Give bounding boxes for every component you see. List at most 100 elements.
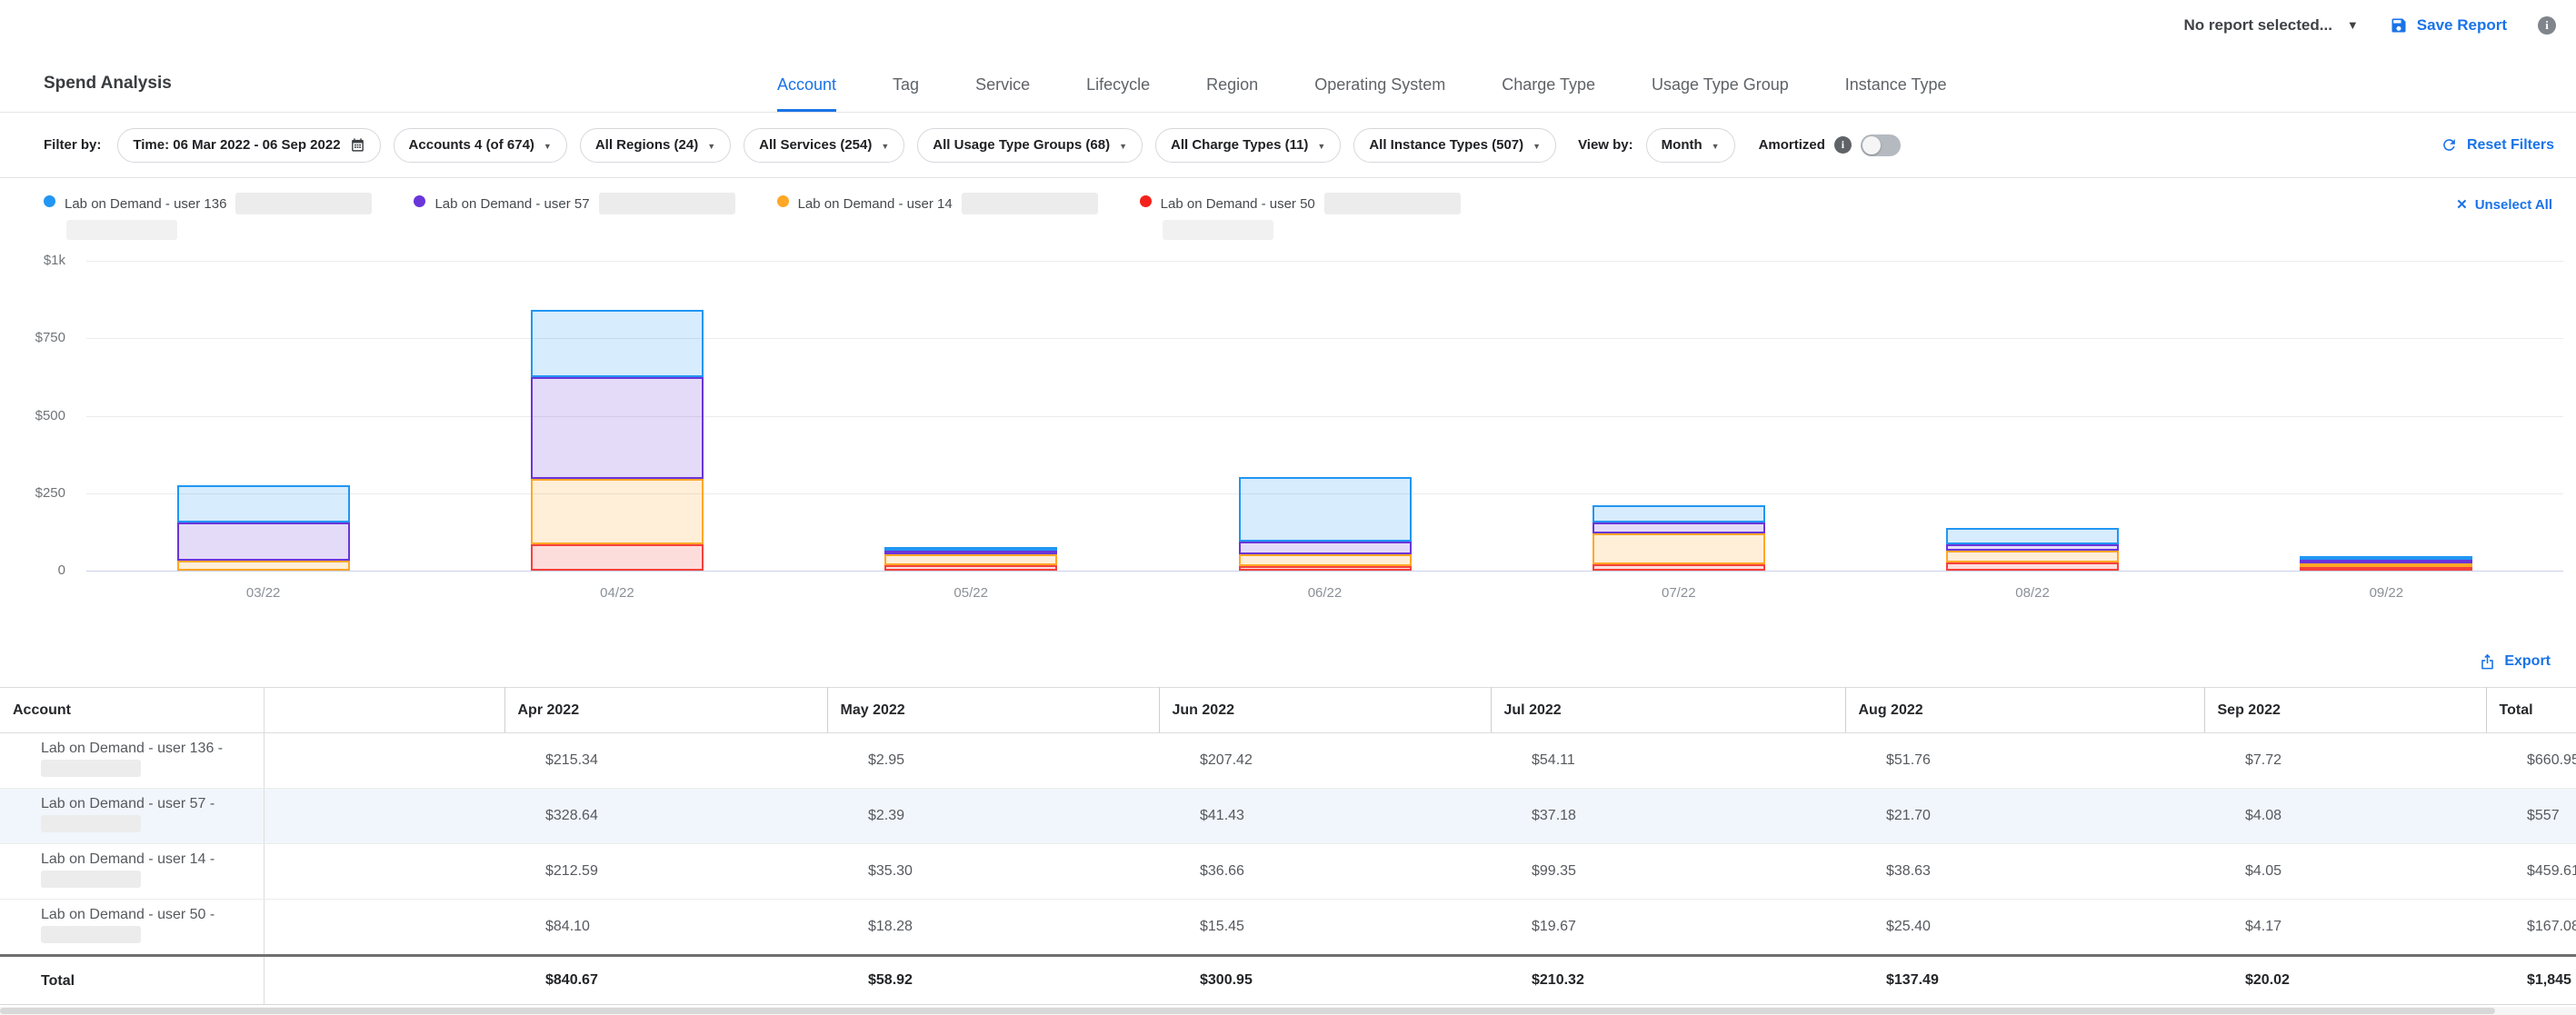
bar-segment[interactable] bbox=[177, 561, 350, 571]
bar-segment[interactable] bbox=[177, 522, 350, 560]
bar-segment[interactable] bbox=[1593, 564, 1765, 571]
bar-segment[interactable] bbox=[1593, 522, 1765, 534]
tab-account[interactable]: Account bbox=[777, 75, 836, 112]
bar-segment[interactable] bbox=[1946, 562, 2119, 571]
bar-segment[interactable] bbox=[884, 554, 1057, 565]
bar-segment[interactable] bbox=[2300, 567, 2472, 571]
bar-group-09-22[interactable] bbox=[2300, 556, 2472, 571]
bar-group-07-22[interactable] bbox=[1593, 505, 1765, 571]
filter-pill-label: All Services (254) bbox=[759, 137, 872, 153]
legend-items: Lab on Demand - user 136 Lab on Demand - … bbox=[44, 193, 1461, 242]
bar-segment[interactable] bbox=[531, 310, 704, 376]
filter-pill-charge[interactable]: All Charge Types (11) bbox=[1155, 128, 1341, 163]
legend-item[interactable]: Lab on Demand - user 136 bbox=[44, 193, 372, 242]
tab-lifecycle[interactable]: Lifecycle bbox=[1086, 75, 1150, 112]
month-column-header[interactable]: Jun 2022 bbox=[1159, 688, 1491, 733]
bar-group-04-22[interactable] bbox=[531, 310, 704, 571]
tab-usage-type-group[interactable]: Usage Type Group bbox=[1652, 75, 1789, 112]
tab-charge-type[interactable]: Charge Type bbox=[1502, 75, 1595, 112]
horizontal-scrollbar-thumb[interactable] bbox=[0, 1008, 2495, 1014]
filter-bar: Filter by: Time: 06 Mar 2022 - 06 Sep 20… bbox=[0, 113, 2576, 178]
filter-pill-regions[interactable]: All Regions (24) bbox=[580, 128, 731, 163]
redacted-text bbox=[41, 871, 141, 888]
bar-segment[interactable] bbox=[1239, 566, 1412, 571]
bar-segment[interactable] bbox=[531, 479, 704, 544]
save-report-button[interactable]: Save Report bbox=[2390, 16, 2507, 35]
bar-segment[interactable] bbox=[1946, 544, 2119, 551]
legend-item[interactable]: Lab on Demand - user 14 bbox=[777, 193, 1098, 242]
bar-segment[interactable] bbox=[1946, 551, 2119, 562]
value-cell: $840.67 bbox=[504, 956, 827, 1005]
chevron-down-icon bbox=[1712, 137, 1720, 153]
filter-pill-4[interactable]: Accounts 4 (of 674) bbox=[394, 128, 567, 163]
horizontal-scrollbar-track bbox=[0, 1007, 2576, 1015]
legend-color-dot bbox=[1140, 195, 1152, 207]
legend-item[interactable]: Lab on Demand - user 50 bbox=[1140, 193, 1461, 242]
spacer-column-header bbox=[264, 688, 504, 733]
tab-instance-type[interactable]: Instance Type bbox=[1845, 75, 1947, 112]
unselect-all-button[interactable]: ✕ Unselect All bbox=[2456, 196, 2552, 213]
total-row-label: Total bbox=[0, 956, 264, 1005]
bar-segment[interactable] bbox=[1239, 542, 1412, 554]
redacted-text bbox=[41, 760, 141, 777]
bar-group-05-22[interactable] bbox=[884, 547, 1057, 571]
filter-pill-instance[interactable]: All Instance Types (507) bbox=[1353, 128, 1556, 163]
bar-segment[interactable] bbox=[884, 565, 1057, 571]
tab-operating-system[interactable]: Operating System bbox=[1314, 75, 1445, 112]
page-title: Spend Analysis bbox=[44, 74, 172, 94]
month-column-header[interactable]: Apr 2022 bbox=[504, 688, 827, 733]
value-cell: $212.59 bbox=[504, 844, 827, 900]
x-axis-tick-label: 04/22 bbox=[440, 585, 794, 601]
total-column-header[interactable]: Total bbox=[2486, 688, 2576, 733]
value-cell: $25.40 bbox=[1845, 900, 2204, 956]
bar-segment[interactable] bbox=[1239, 554, 1412, 566]
tab-region[interactable]: Region bbox=[1206, 75, 1258, 112]
month-column-header[interactable]: Jul 2022 bbox=[1491, 688, 1845, 733]
gridline bbox=[86, 261, 2563, 262]
tab-tag[interactable]: Tag bbox=[893, 75, 919, 112]
bar-group-08-22[interactable] bbox=[1946, 528, 2119, 571]
tab-service[interactable]: Service bbox=[975, 75, 1030, 112]
account-column-header[interactable]: Account bbox=[0, 688, 264, 733]
legend-item[interactable]: Lab on Demand - user 57 bbox=[414, 193, 734, 242]
bar-segment[interactable] bbox=[1593, 505, 1765, 522]
bar-segment[interactable] bbox=[531, 377, 704, 479]
export-button[interactable]: Export bbox=[2479, 653, 2551, 671]
calendar-icon bbox=[350, 137, 365, 153]
y-axis-tick-label: $1k bbox=[0, 253, 65, 268]
legend-line: Lab on Demand - user 14 bbox=[798, 193, 1098, 214]
value-cell: $2.39 bbox=[827, 789, 1159, 844]
bar-group-03-22[interactable] bbox=[177, 485, 350, 571]
bar-segment[interactable] bbox=[1593, 533, 1765, 564]
account-cell: Lab on Demand - user 136 - bbox=[0, 733, 264, 789]
x-axis-tick-label: 06/22 bbox=[1148, 585, 1502, 601]
bar-segment[interactable] bbox=[531, 544, 704, 571]
view-by-month-pill[interactable]: Month bbox=[1646, 128, 1735, 163]
value-cell: $4.05 bbox=[2204, 844, 2486, 900]
report-selector-dropdown[interactable]: No report selected... ▼ bbox=[2183, 16, 2358, 35]
legend-line: Lab on Demand - user 50 bbox=[1161, 193, 1461, 214]
month-column-header[interactable]: Sep 2022 bbox=[2204, 688, 2486, 733]
row-total-cell: $557 bbox=[2486, 789, 2576, 844]
month-column-header[interactable]: Aug 2022 bbox=[1845, 688, 2204, 733]
bar-segment[interactable] bbox=[1239, 477, 1412, 542]
amortized-toggle[interactable] bbox=[1861, 134, 1901, 156]
time-filter-pill[interactable]: Time: 06 Mar 2022 - 06 Sep 2022 bbox=[117, 128, 380, 163]
filter-by-label: Filter by: bbox=[44, 137, 101, 153]
redacted-text bbox=[962, 193, 1098, 214]
bar-segment[interactable] bbox=[1946, 528, 2119, 544]
filter-pill-services[interactable]: All Services (254) bbox=[744, 128, 904, 163]
month-column-header[interactable]: May 2022 bbox=[827, 688, 1159, 733]
bar-group-06-22[interactable] bbox=[1239, 477, 1412, 571]
row-total-cell: $660.95 bbox=[2486, 733, 2576, 789]
bar-segment[interactable] bbox=[177, 485, 350, 522]
value-cell: $4.17 bbox=[2204, 900, 2486, 956]
save-icon bbox=[2390, 16, 2408, 35]
reset-filters-button[interactable]: Reset Filters bbox=[2441, 136, 2554, 154]
redacted-text bbox=[1324, 193, 1461, 214]
info-icon[interactable]: i bbox=[2538, 16, 2556, 35]
stacked-bar-chart: $1k$750$500$250003/2204/2205/2206/2207/2… bbox=[0, 245, 2576, 636]
filter-pill-usage[interactable]: All Usage Type Groups (68) bbox=[917, 128, 1143, 163]
view-by-value: Month bbox=[1662, 137, 1702, 153]
amortized-info-icon[interactable]: i bbox=[1834, 136, 1852, 154]
